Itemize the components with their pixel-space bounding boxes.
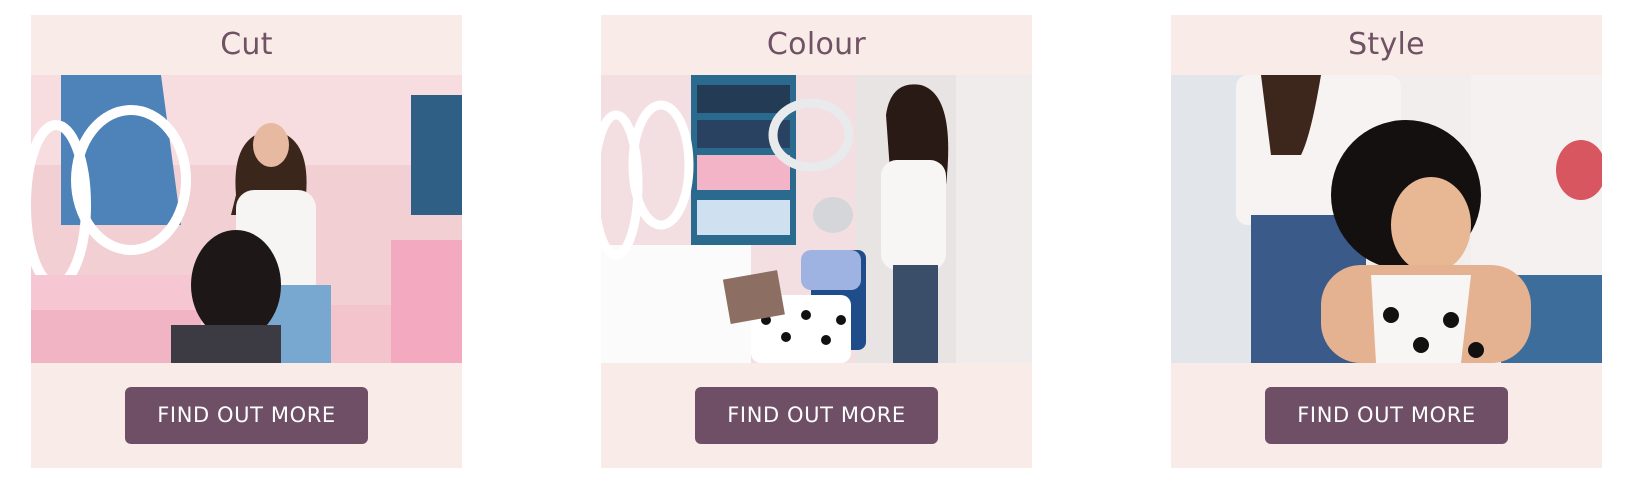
service-photo-style[interactable]	[1171, 75, 1602, 363]
button-wrapper: FIND OUT MORE	[601, 363, 1032, 468]
service-title: Style	[1348, 27, 1425, 62]
service-title: Colour	[766, 27, 867, 62]
service-card-colour: Colour FIND OUT MORE	[601, 15, 1032, 468]
service-photo-cut[interactable]	[31, 75, 462, 363]
services-section: Cut FIND OUT MORE Colour FIND OUT MORE S…	[0, 0, 1636, 487]
find-out-more-button-style[interactable]: FIND OUT MORE	[1265, 387, 1508, 444]
service-card-cut: Cut FIND OUT MORE	[31, 15, 462, 468]
service-title: Cut	[220, 27, 273, 62]
service-card-style: Style FIND OUT MORE	[1171, 15, 1602, 468]
find-out-more-button-cut[interactable]: FIND OUT MORE	[125, 387, 368, 444]
service-photo-colour[interactable]	[601, 75, 1032, 363]
button-wrapper: FIND OUT MORE	[31, 363, 462, 468]
button-wrapper: FIND OUT MORE	[1171, 363, 1602, 468]
find-out-more-button-colour[interactable]: FIND OUT MORE	[695, 387, 938, 444]
